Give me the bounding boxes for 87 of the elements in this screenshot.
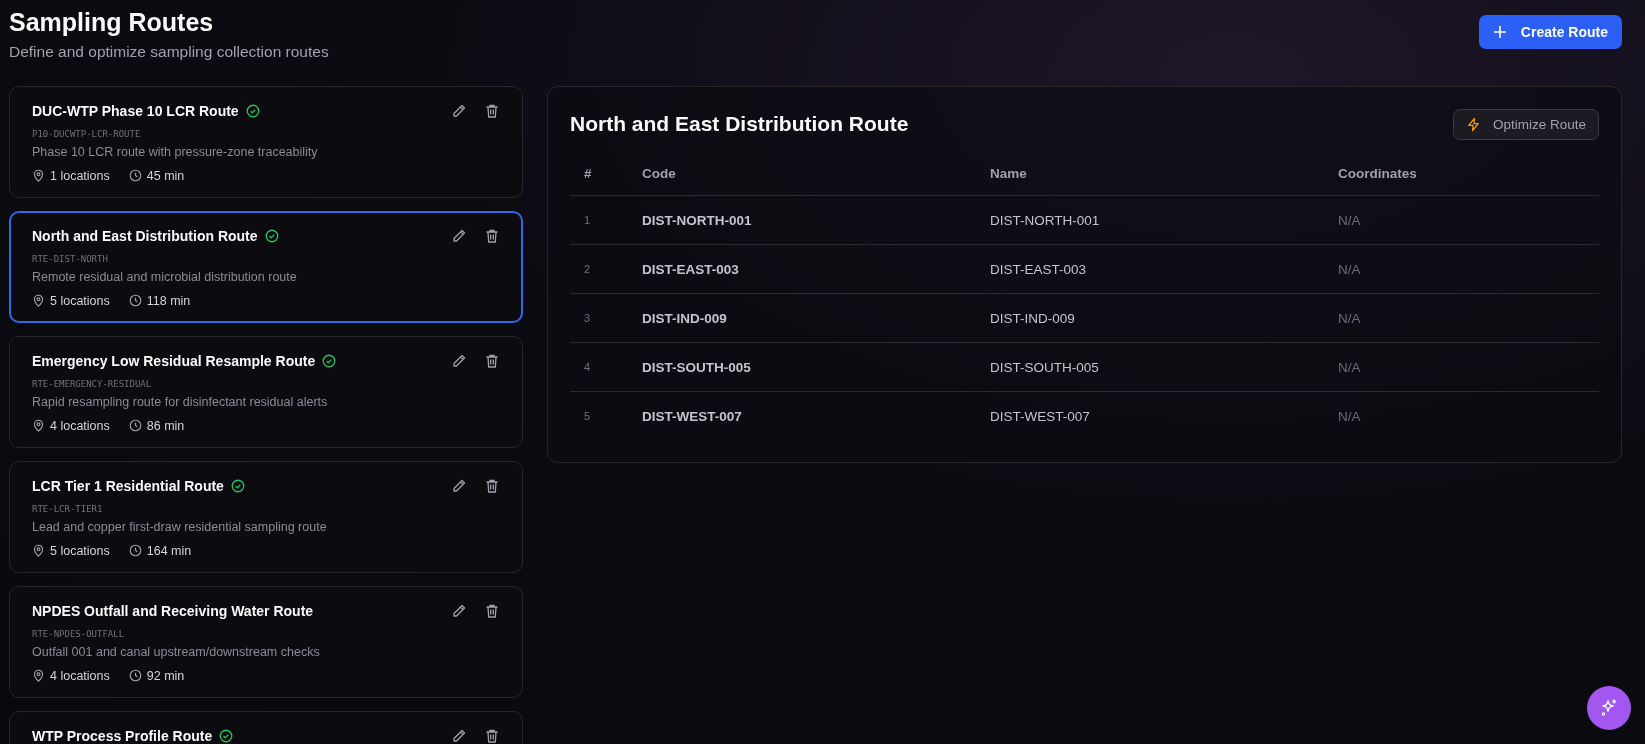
page-subtitle: Define and optimize sampling collection routes [9,42,329,61]
table-cell: 4 [570,342,628,391]
route-duration: 164 min [146,543,192,558]
route-name: DUC-WTP Phase 10 LCR Route [32,102,239,119]
location-count: 5 locations [50,293,110,308]
route-description: Lead and copper first-draw residential sampling route [32,519,328,534]
column-header: Name [976,151,1324,195]
route-card[interactable]: WTP Process Profile Route [9,710,523,744]
delete-icon[interactable] [484,352,500,369]
clock-icon [128,419,142,432]
table-cell: DIST-NORTH-001 [976,195,1324,244]
route-name: NPDES Outfall and Receiving Water Route [32,602,314,619]
table-cell: DIST-IND-009 [976,293,1324,342]
table-cell: N/A [1324,244,1599,293]
map-pin-icon [32,169,45,182]
table-cell: 2 [570,244,628,293]
route-name: Emergency Low Residual Resample Route [32,352,316,369]
route-description: Remote residual and microbial distribution route [32,269,298,284]
table-cell: N/A [1324,391,1599,440]
table-cell: DIST-EAST-003 [976,244,1324,293]
map-pin-icon [32,669,45,682]
route-duration: 92 min [146,668,185,683]
clock-icon [128,544,142,557]
map-pin-icon [32,419,45,432]
location-count: 4 locations [50,418,110,433]
lightning-icon [1465,116,1481,132]
delete-icon[interactable] [484,477,500,494]
edit-icon[interactable] [451,102,467,119]
route-duration: 45 min [146,168,185,183]
route-name: WTP Process Profile Route [32,727,213,744]
clock-icon [128,669,142,682]
sparkle-icon [1599,698,1619,718]
location-count: 4 locations [50,668,110,683]
table-cell: N/A [1324,293,1599,342]
table-cell: DIST-IND-009 [628,293,976,342]
create-route-button[interactable]: Create Route [1478,15,1622,49]
location-count: 1 locations [50,168,110,183]
table-cell: DIST-WEST-007 [976,391,1324,440]
delete-icon[interactable] [484,602,500,619]
plus-icon [1492,25,1507,39]
route-duration: 86 min [146,418,185,433]
clock-icon [128,169,142,182]
clock-icon [128,294,142,307]
route-code: RTE-LCR-TIER1 [32,503,104,514]
table-cell: 1 [570,195,628,244]
route-card[interactable]: North and East Distribution Route RTE-DIST-NORTH Remote residual and microbial distribution route 5 locations 118 min [9,210,523,323]
location-count: 5 locations [50,543,110,558]
edit-icon[interactable] [451,227,467,244]
page-title: Sampling Routes [9,7,215,38]
edit-icon[interactable] [451,352,467,369]
column-header: Coordinates [1324,151,1599,195]
route-description: Outfall 001 and canal upstream/downstream checks [32,644,321,659]
assistant-button[interactable] [1587,686,1631,730]
table-cell: N/A [1324,195,1599,244]
route-card[interactable]: DUC-WTP Phase 10 LCR Route P10-DUCWTP-LCR-ROUTE Phase 10 LCR route with pressure-zone traceability 1 locations 45 min [9,85,523,198]
table-cell: DIST-SOUTH-005 [628,342,976,391]
edit-icon[interactable] [451,477,467,494]
delete-icon[interactable] [484,227,500,244]
route-code: RTE-DIST-NORTH [32,253,109,264]
table-cell: DIST-EAST-003 [628,244,976,293]
delete-icon[interactable] [484,102,500,119]
map-pin-icon [32,544,45,557]
route-description: Phase 10 LCR route with pressure-zone traceability [32,144,319,159]
route-code: RTE-NPDES-OUTFALL [32,628,126,639]
route-detail-title: North and East Distribution Route [570,112,909,136]
route-name: North and East Distribution Route [32,227,258,244]
route-duration: 118 min [146,293,191,308]
edit-icon[interactable] [451,727,467,744]
route-code: P10-DUCWTP-LCR-ROUTE [32,128,142,139]
route-description: Rapid resampling route for disinfectant residual alerts [32,394,329,409]
table-cell: 5 [570,391,628,440]
optimize-route-button[interactable]: Optimize Route [1452,108,1599,140]
route-card[interactable]: LCR Tier 1 Residential Route RTE-LCR-TIER1 Lead and copper first-draw residential sampling route 5 locations 164 min [9,460,523,573]
column-header: Code [628,151,976,195]
table-cell: DIST-WEST-007 [628,391,976,440]
table-cell: N/A [1324,342,1599,391]
table-cell: DIST-NORTH-001 [628,195,976,244]
route-name: LCR Tier 1 Residential Route [32,477,224,494]
route-card[interactable]: NPDES Outfall and Receiving Water Route RTE-NPDES-OUTFALL Outfall 001 and canal upstream/downstream checks 4 locations 92 min [9,585,523,698]
delete-icon[interactable] [484,727,500,744]
edit-icon[interactable] [451,602,467,619]
map-pin-icon [32,294,45,307]
table-cell: 3 [570,293,628,342]
table-cell: DIST-SOUTH-005 [976,342,1324,391]
column-header: # [570,151,628,195]
route-card[interactable]: Emergency Low Residual Resample Route RTE-EMERGENCY-RESIDUAL Rapid resampling route for disinfectant residual alerts 4 locations 86 min [9,335,523,448]
route-code: RTE-EMERGENCY-RESIDUAL [32,378,153,389]
